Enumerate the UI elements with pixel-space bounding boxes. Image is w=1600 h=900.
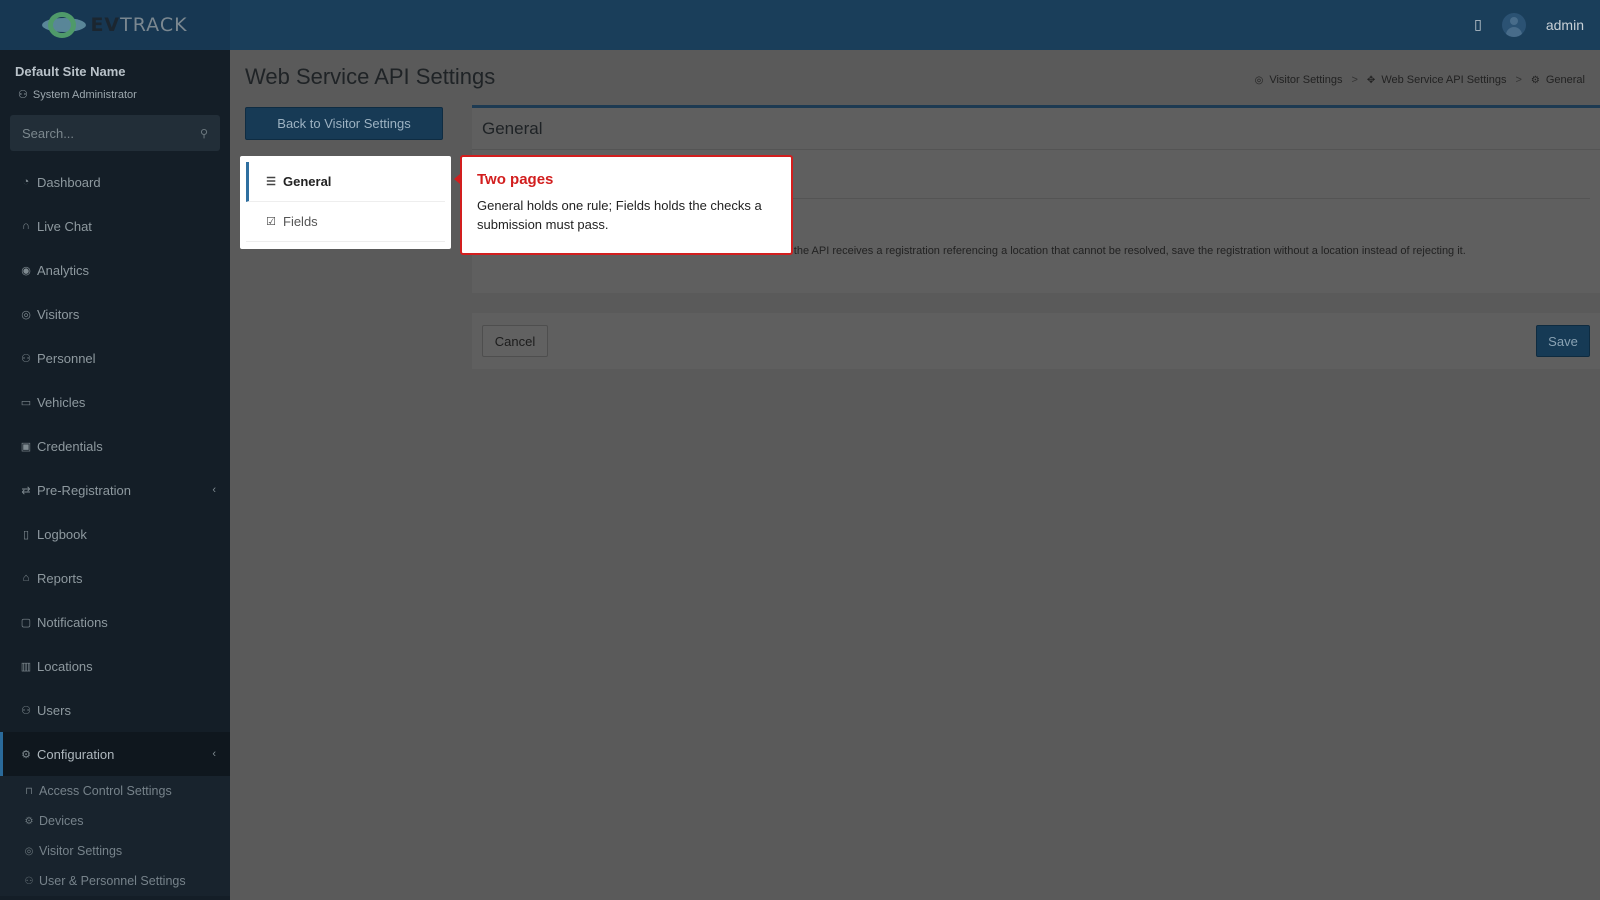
search-icon[interactable]: ⚲ xyxy=(200,127,208,140)
sidebar-item-notifications[interactable]: ▢ Notifications xyxy=(0,600,230,644)
sidebar-item-user-personnel-settings[interactable]: ⚇ User & Personnel Settings xyxy=(0,866,230,896)
gear-icon: ⚙ xyxy=(1530,74,1540,86)
user-role: ⚇ System Administrator xyxy=(18,88,137,102)
bell-icon: ▢ xyxy=(20,616,32,629)
save-button[interactable]: Save xyxy=(1536,325,1590,357)
sliders-icon: ☰ xyxy=(266,176,276,188)
site-name: Default Site Name xyxy=(15,64,126,79)
chevron-left-icon: ‹ xyxy=(212,484,216,496)
eye-icon: ◎ xyxy=(24,845,34,857)
map-icon: ▥ xyxy=(20,660,32,673)
users-icon: ⚇ xyxy=(21,704,31,717)
dashboard-icon: ◔ xyxy=(22,176,30,188)
breadcrumb-separator: > xyxy=(1515,74,1522,86)
sidebar-item-dashboard[interactable]: ◔ Dashboard xyxy=(0,160,230,204)
checklist-icon: ☑ xyxy=(266,216,276,228)
sidebar-item-locations[interactable]: ▥ Locations xyxy=(0,644,230,688)
settings-nav-general[interactable]: ☰ General xyxy=(246,162,445,202)
breadcrumb-visitor-settings[interactable]: Visitor Settings xyxy=(1269,74,1342,86)
sidebar-item-users[interactable]: ⚇ Users xyxy=(0,688,230,732)
sidebar-item-pre-registration[interactable]: ⇄ Pre-Registration ‹ xyxy=(0,468,230,512)
form-actions: Cancel Save xyxy=(472,313,1600,369)
sidebar-item-configuration[interactable]: ⚙ Configuration ‹ xyxy=(0,732,230,776)
sidebar-item-visitors[interactable]: ◎ Visitors xyxy=(0,292,230,336)
sidebar-item-visitor-settings[interactable]: ◎ Visitor Settings xyxy=(0,836,230,866)
gear-icon: ⚙ xyxy=(21,748,31,761)
sidebar-item-personnel[interactable]: ⚇ Personnel xyxy=(0,336,230,380)
cancel-button[interactable]: Cancel xyxy=(482,325,548,357)
sidebar-item-logbook[interactable]: ▯ Logbook xyxy=(0,512,230,556)
person-icon: ⚇ xyxy=(18,89,28,101)
sidebar-item-access-control-settings[interactable]: ⊓ Access Control Settings xyxy=(0,776,230,806)
headset-icon: ∩ xyxy=(22,220,30,232)
sidebar-item-reports[interactable]: ⌂ Reports xyxy=(0,556,230,600)
personnel-icon: ⚇ xyxy=(21,352,31,365)
settings-nav-highlight: ☰ General ☑ Fields xyxy=(240,156,451,249)
breadcrumb: ◎ Visitor Settings > ✥ Web Service API S… xyxy=(1255,74,1585,86)
callout-title: Two pages xyxy=(477,171,554,188)
sidebar-search: ⚲ xyxy=(10,115,220,151)
search-input[interactable] xyxy=(22,125,200,141)
configuration-submenu: ⊓ Access Control Settings ⚙ Devices ◎ Visit… xyxy=(0,776,230,896)
building-icon[interactable]: ▯ xyxy=(1474,17,1482,33)
user-name[interactable]: admin xyxy=(1546,17,1584,33)
settings-nav-fields[interactable]: ☑ Fields xyxy=(246,202,445,242)
sidebar-item-devices[interactable]: ⚙ Devices xyxy=(0,806,230,836)
lock-icon: ⊓ xyxy=(25,785,33,797)
page-title: Web Service API Settings xyxy=(245,64,496,89)
user-settings-icon: ⚇ xyxy=(24,875,34,887)
sidebar-nav: ◔ Dashboard ∩ Live Chat ◉ Analytics ◎ Visito… xyxy=(0,160,230,896)
sidebar-item-analytics[interactable]: ◉ Analytics xyxy=(0,248,230,292)
top-bar: EVTRACK ▯ admin xyxy=(0,0,1600,50)
sidebar: Default Site Name ⚇ System Administrator… xyxy=(0,50,230,900)
settings-nav: ☰ General ☑ Fields xyxy=(246,162,445,242)
analytics-icon: ◉ xyxy=(21,264,31,277)
chevron-left-icon: ‹ xyxy=(212,748,216,760)
car-icon: ▭ xyxy=(20,396,32,409)
back-to-visitor-settings-button[interactable]: Back to Visitor Settings xyxy=(245,107,443,140)
rule-description: When the API receives a registration ref… xyxy=(762,245,1466,257)
brand-name: EVTRACK xyxy=(90,14,188,36)
breadcrumb-web-service-api-settings[interactable]: Web Service API Settings xyxy=(1381,74,1506,86)
brand-logo[interactable]: EVTRACK xyxy=(0,0,230,50)
sidebar-item-vehicles[interactable]: ▭ Vehicles xyxy=(0,380,230,424)
eye-icon: ◎ xyxy=(21,308,31,321)
swap-icon: ⇄ xyxy=(21,484,31,497)
callout-body: General holds one rule; Fields holds the… xyxy=(477,198,762,232)
sidebar-item-live-chat[interactable]: ∩ Live Chat xyxy=(0,204,230,248)
avatar[interactable] xyxy=(1501,13,1526,37)
book-icon: ▯ xyxy=(22,528,30,541)
eye-icon: ◎ xyxy=(1254,74,1264,86)
breadcrumb-separator: > xyxy=(1351,74,1358,86)
main-content: Web Service API Settings ◎ Visitor Setti… xyxy=(230,50,1600,900)
logo-icon xyxy=(42,10,87,40)
device-icon: ⚙ xyxy=(24,815,34,827)
badge-icon: ▣ xyxy=(20,440,32,453)
tutorial-callout: Two pages General holds one rule; Fields… xyxy=(460,155,793,255)
move-icon: ✥ xyxy=(1366,74,1376,86)
panel-title: General xyxy=(472,108,1600,150)
chart-icon: ⌂ xyxy=(22,572,30,584)
sidebar-item-credentials[interactable]: ▣ Credentials xyxy=(0,424,230,468)
breadcrumb-general: General xyxy=(1545,74,1585,86)
